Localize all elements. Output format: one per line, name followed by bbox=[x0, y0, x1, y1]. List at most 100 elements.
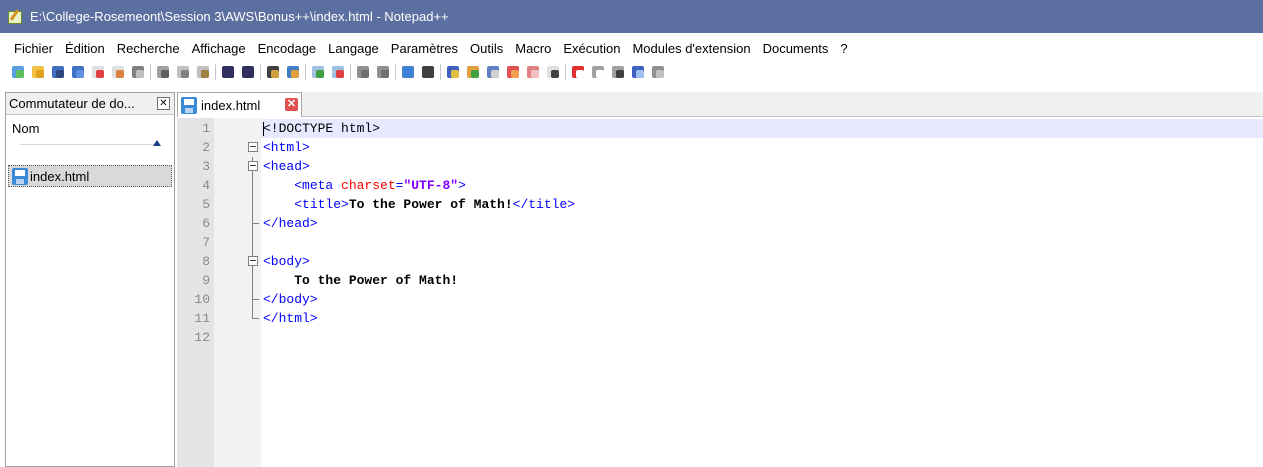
close-all-icon[interactable] bbox=[110, 64, 126, 80]
toolbar-separator bbox=[215, 64, 216, 80]
code-token-attr: charset bbox=[341, 178, 396, 193]
doc-map-icon[interactable] bbox=[485, 64, 501, 80]
code-line[interactable]: 10 </body> bbox=[177, 290, 1263, 309]
zoom-in-icon[interactable] bbox=[310, 64, 326, 80]
replace-icon[interactable] bbox=[285, 64, 301, 80]
monitoring-icon[interactable] bbox=[545, 64, 561, 80]
new-file-icon[interactable] bbox=[10, 64, 26, 80]
code-text: <!DOCTYPE html> bbox=[263, 119, 380, 138]
document-switcher-title: Commutateur de do... bbox=[9, 96, 135, 111]
copy-icon[interactable] bbox=[175, 64, 191, 80]
code-line[interactable]: 6 </head> bbox=[177, 214, 1263, 233]
menu-item-6[interactable]: Paramètres bbox=[385, 41, 464, 56]
save-icon[interactable] bbox=[50, 64, 66, 80]
menu-item-7[interactable]: Outils bbox=[464, 41, 509, 56]
code-line[interactable]: 1 <!DOCTYPE html> bbox=[177, 119, 1263, 138]
code-token-doctype: <!DOCTYPE html> bbox=[263, 121, 381, 136]
folder-workspace-icon[interactable] bbox=[525, 64, 541, 80]
function-list-icon[interactable] bbox=[505, 64, 521, 80]
menu-item-8[interactable]: Macro bbox=[509, 41, 557, 56]
code-editor[interactable]: 1 <!DOCTYPE html> 2 <html> 3 <head> 4 <meta ch… bbox=[177, 118, 1263, 467]
document-list-item-name: index.html bbox=[30, 168, 90, 184]
code-line[interactable]: 5 <title>To the Power of Math!</title> bbox=[177, 195, 1263, 214]
code-line[interactable]: 8 <body> bbox=[177, 252, 1263, 271]
redo-icon[interactable] bbox=[240, 64, 256, 80]
menu-item-4[interactable]: Encodage bbox=[252, 41, 323, 56]
fold-marker bbox=[247, 195, 261, 214]
close-panel-button[interactable]: ✕ bbox=[157, 97, 170, 110]
code-line[interactable]: 2 <html> bbox=[177, 138, 1263, 157]
code-line[interactable]: 11 </html> bbox=[177, 309, 1263, 328]
tab-index-html[interactable]: index.html ✕ bbox=[177, 92, 302, 117]
code-text: </head> bbox=[263, 214, 318, 233]
stop-macro-icon[interactable] bbox=[590, 64, 606, 80]
close-icon[interactable] bbox=[90, 64, 106, 80]
code-line[interactable]: 12 bbox=[177, 328, 1263, 347]
save-macro-icon[interactable] bbox=[650, 64, 666, 80]
code-text: <html> bbox=[263, 138, 310, 157]
save-all-icon[interactable] bbox=[70, 64, 86, 80]
open-file-icon[interactable] bbox=[30, 64, 46, 80]
code-token-tag: </html> bbox=[263, 311, 318, 326]
menu-item-12[interactable]: ? bbox=[834, 41, 853, 56]
menu-item-1[interactable]: Édition bbox=[59, 41, 111, 56]
line-number: 6 bbox=[202, 216, 210, 231]
menu-item-5[interactable]: Langage bbox=[322, 41, 385, 56]
menu-item-10[interactable]: Modules d'extension bbox=[626, 41, 756, 56]
play-macro-icon[interactable] bbox=[610, 64, 626, 80]
name-column-header[interactable]: Nom bbox=[6, 117, 174, 153]
word-wrap-icon[interactable] bbox=[400, 64, 416, 80]
show-all-chars-icon[interactable] bbox=[420, 64, 436, 80]
code-line[interactable]: 9 To the Power of Math! bbox=[177, 271, 1263, 290]
run-macro-multiple-icon[interactable] bbox=[630, 64, 646, 80]
fold-marker bbox=[247, 233, 261, 252]
line-number: 7 bbox=[202, 235, 210, 250]
indent-guide-icon[interactable] bbox=[445, 64, 461, 80]
fold-marker bbox=[247, 119, 261, 138]
code-token-tag: <head> bbox=[263, 159, 310, 174]
undo-icon[interactable] bbox=[220, 64, 236, 80]
line-number: 4 bbox=[202, 178, 210, 193]
find-icon[interactable] bbox=[265, 64, 281, 80]
menu-item-9[interactable]: Exécution bbox=[557, 41, 626, 56]
menu-item-2[interactable]: Recherche bbox=[111, 41, 186, 56]
record-macro-icon[interactable] bbox=[570, 64, 586, 80]
code-token-tag: > bbox=[458, 178, 466, 193]
sort-ascending-icon bbox=[153, 140, 161, 146]
tab-bar: index.html ✕ bbox=[177, 92, 1263, 117]
menu-item-3[interactable]: Affichage bbox=[186, 41, 252, 56]
close-tab-button[interactable]: ✕ bbox=[285, 98, 298, 111]
fold-marker[interactable] bbox=[247, 157, 261, 176]
code-text: <title>To the Power of Math!</title> bbox=[263, 195, 575, 214]
code-text: To the Power of Math! bbox=[263, 271, 458, 290]
title-bar: E:\College-Rosemeont\Session 3\AWS\Bonus… bbox=[0, 0, 1263, 33]
code-token-val: "UTF-8" bbox=[403, 178, 459, 193]
paste-icon[interactable] bbox=[195, 64, 211, 80]
name-column-label: Nom bbox=[12, 121, 40, 136]
code-line[interactable]: 4 <meta charset="UTF-8"> bbox=[177, 176, 1263, 195]
toolbar-separator bbox=[260, 64, 261, 80]
file-saved-icon bbox=[12, 167, 28, 185]
cut-icon[interactable] bbox=[155, 64, 171, 80]
fold-marker bbox=[247, 214, 261, 233]
menu-item-11[interactable]: Documents bbox=[757, 41, 835, 56]
fold-marker[interactable] bbox=[247, 252, 261, 271]
sync-vertical-icon[interactable] bbox=[355, 64, 371, 80]
zoom-out-icon[interactable] bbox=[330, 64, 346, 80]
toolbar bbox=[0, 62, 670, 82]
user-language-icon[interactable] bbox=[465, 64, 481, 80]
code-token-tag: <title> bbox=[294, 197, 349, 212]
sync-horizontal-icon[interactable] bbox=[375, 64, 391, 80]
notepad-plus-plus-icon bbox=[7, 8, 23, 25]
code-text: </html> bbox=[263, 309, 318, 328]
code-line[interactable]: 3 <head> bbox=[177, 157, 1263, 176]
code-line[interactable]: 7 bbox=[177, 233, 1263, 252]
fold-marker[interactable] bbox=[247, 138, 261, 157]
code-token-text: To the Power of Math! bbox=[348, 197, 513, 212]
document-switcher-header: Commutateur de do... ✕ bbox=[6, 93, 174, 115]
code-token-tag: <meta bbox=[294, 178, 342, 193]
print-icon[interactable] bbox=[130, 64, 146, 80]
menu-item-0[interactable]: Fichier bbox=[8, 41, 59, 56]
document-list-item[interactable]: index.html bbox=[8, 165, 172, 187]
